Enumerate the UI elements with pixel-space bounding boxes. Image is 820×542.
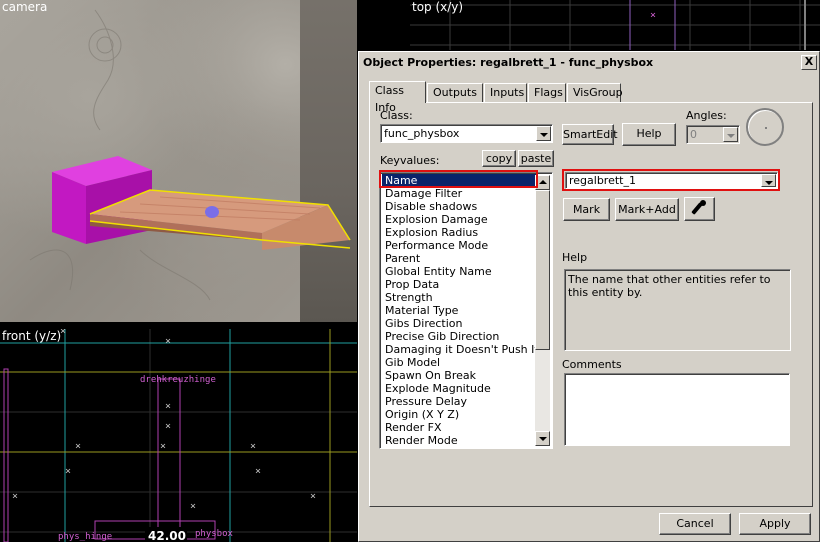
help-section-label: Help [562, 251, 588, 264]
keyvalue-item[interactable]: Name [382, 174, 537, 187]
front-viewport[interactable]: × × × × × × × × × × × × drehkreuzhinge phys_hing… [0, 329, 357, 542]
keyvalue-item[interactable]: Damage Filter [382, 187, 537, 200]
svg-text:×: × [165, 401, 171, 412]
object-properties-dialog: Object Properties: regalbrett_1 - func_p… [358, 51, 820, 542]
svg-text:×: × [310, 491, 316, 502]
keyvalue-item[interactable]: Global Entity Name [382, 265, 537, 278]
keyvalue-item[interactable]: Disable shadows [382, 200, 537, 213]
smartedit-button[interactable]: SmartEdit [562, 124, 618, 145]
class-dropdown[interactable]: func_physbox [380, 124, 553, 143]
chevron-down-icon[interactable] [536, 126, 551, 141]
svg-text:×: × [165, 336, 171, 347]
scroll-down-icon[interactable] [535, 431, 550, 446]
class-value: func_physbox [384, 127, 460, 140]
chevron-down-icon [723, 127, 738, 142]
keyvalue-item[interactable]: Explosion Radius [382, 226, 537, 239]
paste-button[interactable]: paste [518, 150, 554, 167]
keyvalue-item[interactable]: Material Type [382, 304, 537, 317]
angles-value: 0 [690, 128, 697, 141]
chevron-down-icon[interactable] [761, 174, 776, 187]
origin-handle [205, 206, 219, 218]
dialog-title: Object Properties: regalbrett_1 - func_p… [363, 56, 654, 69]
tab-visgroup[interactable]: VisGroup [567, 83, 623, 102]
viewport-label-front: front (y/z) [2, 329, 62, 343]
svg-text:×: × [75, 441, 81, 452]
tab-flags[interactable]: Flags [528, 83, 566, 102]
copy-button[interactable]: copy [482, 150, 516, 167]
keyvalue-item[interactable]: Gib Model [382, 356, 537, 369]
svg-text:×: × [160, 441, 166, 452]
measure-label: 42.00 [148, 529, 186, 542]
svg-text:×: × [12, 491, 18, 502]
keyvalue-item[interactable]: Origin (X Y Z) [382, 408, 537, 421]
svg-text:×: × [255, 466, 261, 477]
help-text-box: The name that other entities refer to th… [564, 269, 791, 351]
svg-text:×: × [650, 10, 656, 21]
keyvalues-list[interactable]: Name Damage Filter Disable shadows Explosio… [379, 172, 553, 449]
svg-text:×: × [65, 466, 71, 477]
keyvalue-item[interactable]: Explosion Damage [382, 213, 537, 226]
mark-button[interactable]: Mark [563, 198, 610, 221]
keyvalue-item[interactable]: Gibs Direction [382, 317, 537, 330]
svg-text:×: × [165, 421, 171, 432]
comments-field[interactable] [564, 373, 790, 446]
eyedropper-icon[interactable] [684, 197, 715, 221]
keyvalue-item[interactable]: Strength [382, 291, 537, 304]
keyvalue-item[interactable]: Prop Data [382, 278, 537, 291]
keyvalue-item[interactable]: Pressure Delay [382, 395, 537, 408]
help-button[interactable]: Help [622, 123, 676, 146]
tab-class-info[interactable]: Class Info [369, 81, 426, 114]
angles-dial-icon[interactable] [746, 108, 784, 146]
keyvalue-item[interactable]: Performance Mode [382, 239, 537, 252]
viewport-label-top: top (x/y) [412, 0, 464, 14]
top-viewport[interactable]: × top (x/y) [410, 0, 820, 50]
entity-label-physbox: physbox [195, 529, 234, 539]
keyvalue-value-field[interactable]: regalbrett_1 [565, 172, 778, 189]
help-text: The name that other entities refer to th… [568, 273, 771, 299]
camera-viewport[interactable]: camera [0, 0, 357, 322]
svg-text:×: × [250, 441, 256, 452]
front-grid: ×× × ××× ×× × ××× drehkreuzhinge phys_hing… [0, 329, 357, 542]
keyvalue-item[interactable]: Damaging it Doesn't Push It [382, 343, 539, 356]
cancel-button[interactable]: Cancel [659, 513, 731, 535]
close-button[interactable]: X [801, 55, 817, 70]
svg-text:×: × [190, 501, 196, 512]
dialog-titlebar[interactable]: Object Properties: regalbrett_1 - func_p… [361, 54, 817, 72]
tab-outputs[interactable]: Outputs [427, 83, 483, 102]
keyvalue-item[interactable]: Spawn On Break [382, 369, 537, 382]
viewport-label-camera: camera [2, 0, 48, 14]
keyvalues-scrollbar[interactable] [535, 175, 550, 446]
keyvalue-value: regalbrett_1 [569, 174, 636, 187]
apply-button[interactable]: Apply [739, 513, 811, 535]
scroll-thumb[interactable] [535, 190, 550, 350]
tab-inputs[interactable]: Inputs [484, 83, 527, 102]
entity-label-drehkreuzhinge: drehkreuzhinge [140, 375, 216, 385]
keyvalue-item[interactable]: Parent [382, 252, 537, 265]
keyvalue-item[interactable]: Explode Magnitude [382, 382, 537, 395]
angles-dropdown: 0 [686, 125, 740, 144]
scroll-up-icon[interactable] [535, 175, 550, 190]
entity-label-phys-hinge: phys_hinge [58, 532, 112, 542]
keyvalue-item[interactable]: Render Mode [382, 434, 537, 447]
keyvalue-item[interactable]: Precise Gib Direction [382, 330, 537, 343]
comments-label: Comments [562, 358, 622, 371]
mark-add-button[interactable]: Mark+Add [615, 198, 679, 221]
keyvalues-items: Name Damage Filter Disable shadows Explosio… [382, 174, 539, 447]
angles-label: Angles: [686, 109, 727, 122]
keyvalues-label: Keyvalues: [380, 154, 440, 167]
keyvalue-item[interactable]: Render FX [382, 421, 537, 434]
top-grid: × [410, 0, 820, 50]
scene-render [29, 9, 351, 301]
